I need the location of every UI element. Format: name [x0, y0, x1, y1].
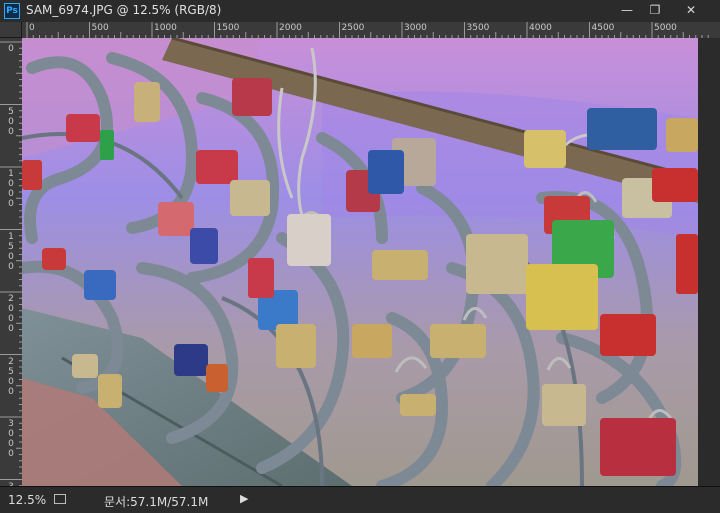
horizontal-ruler-label: 2000	[279, 23, 302, 33]
minimize-button[interactable]: —	[614, 2, 640, 18]
vertical-scrollbar[interactable]	[698, 38, 720, 486]
horizontal-ruler-label: 5000	[654, 23, 677, 33]
export-icon[interactable]	[54, 494, 66, 504]
horizontal-ruler-label: 1500	[216, 23, 240, 33]
horizontal-ruler-label: 3000	[404, 23, 427, 33]
horizontal-ruler-label: 0	[29, 23, 35, 33]
vertical-ruler[interactable]: 0500100015002000250030003	[0, 38, 23, 486]
close-button[interactable]: ✕	[676, 2, 706, 18]
horizontal-ruler-label: 4000	[529, 23, 552, 33]
horizontal-ruler-label: 500	[91, 23, 109, 33]
ruler-origin[interactable]	[0, 22, 22, 38]
image-canvas[interactable]	[22, 38, 698, 486]
horizontal-ruler-ticks	[26, 22, 709, 38]
horizontal-ruler-label: 3500	[466, 23, 490, 33]
vertical-ruler-label: 1000	[8, 169, 14, 209]
photoshop-logo-icon: Ps	[4, 3, 20, 19]
vertical-ruler-label: 2000	[8, 294, 14, 334]
document-size: 문서:57.1M/57.1M	[104, 495, 209, 509]
horizontal-ruler-label: 1000	[154, 23, 177, 33]
document-title: SAM_6974.JPG @ 12.5% (RGB/8)	[26, 3, 222, 17]
vertical-ruler-label: 3000	[8, 419, 14, 459]
horizontal-ruler-label: 2500	[341, 23, 365, 33]
vertical-ruler-label: 0	[8, 44, 14, 54]
document-title-bar[interactable]: Ps SAM_6974.JPG @ 12.5% (RGB/8) — ❐ ✕	[0, 0, 720, 23]
vertical-ruler-label: 1500	[8, 231, 14, 272]
zoom-level[interactable]: 12.5%	[8, 493, 46, 507]
vertical-ruler-label: 2500	[8, 356, 14, 397]
horizontal-ruler[interactable]: 0 500 1000 1500 2000 2500 3000 3500 4000 4500 5000	[22, 22, 720, 39]
love-locks-photo	[22, 38, 698, 486]
maximize-button[interactable]: ❐	[642, 2, 668, 18]
status-menu-arrow-icon[interactable]: ▶	[240, 492, 248, 505]
vertical-ruler-label: 500	[8, 106, 14, 137]
status-bar: 12.5% 문서:57.1M/57.1M ▶	[0, 486, 720, 513]
horizontal-ruler-label: 4500	[591, 23, 615, 33]
